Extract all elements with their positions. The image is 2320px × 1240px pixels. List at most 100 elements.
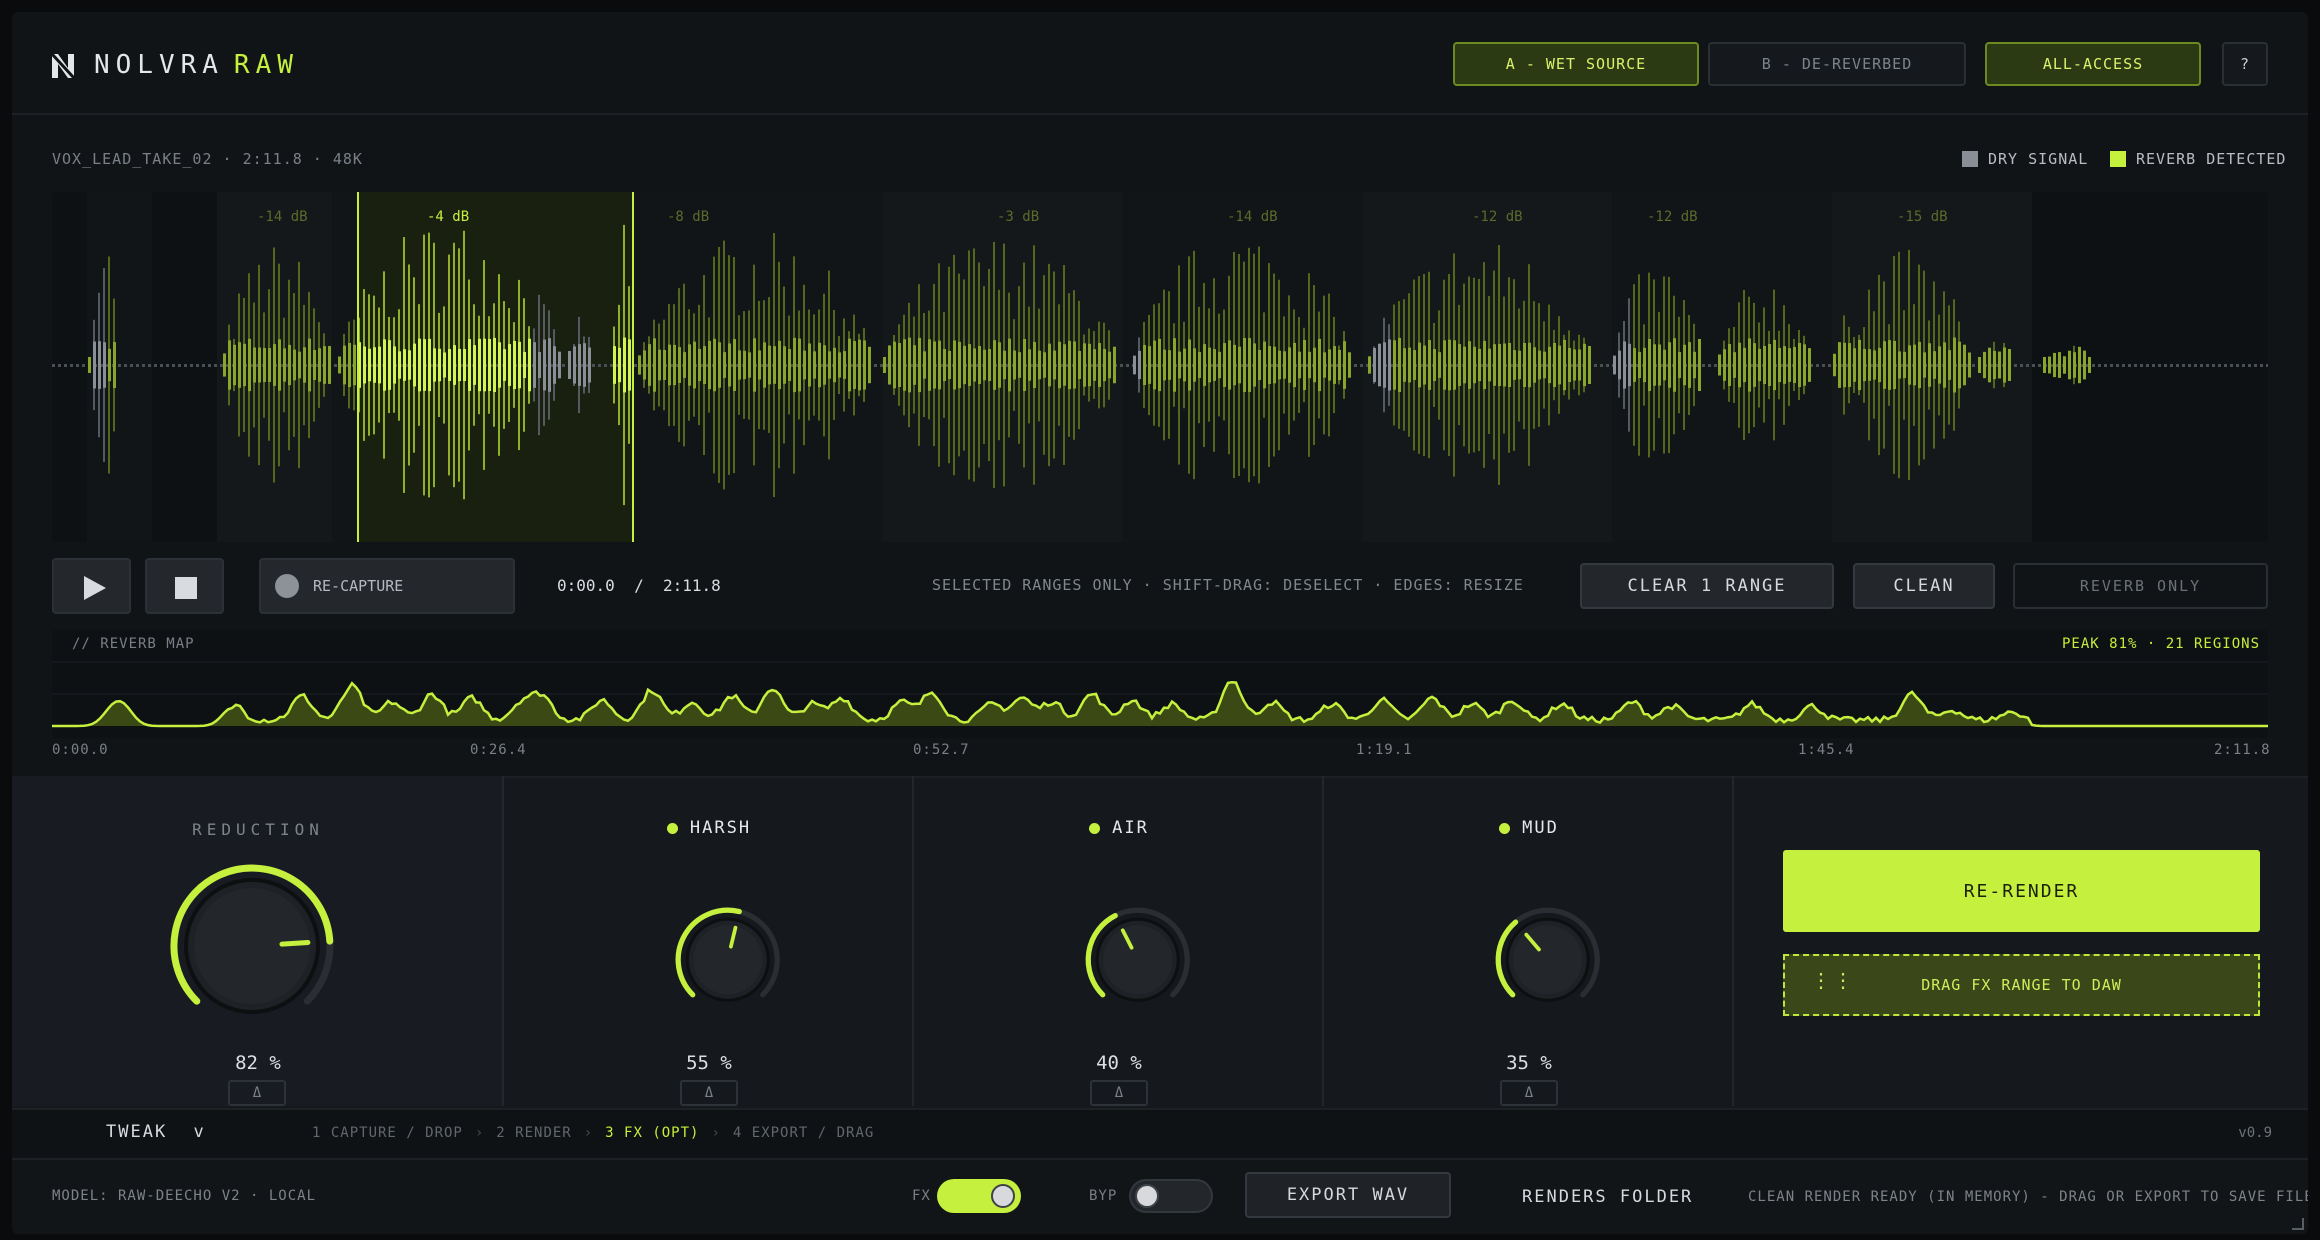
waveform-bar-core: [1498, 343, 1501, 387]
waveform-bar-core: [803, 350, 806, 380]
waveform-bar-core: [1953, 337, 1956, 393]
waveform-bar-core: [288, 344, 291, 386]
mud-knob[interactable]: [1454, 866, 1604, 1016]
export-wav-button[interactable]: EXPORT WAV: [1245, 1172, 1451, 1218]
resize-handle-icon[interactable]: [2290, 1216, 2304, 1230]
recapture-label: RE-CAPTURE: [313, 577, 404, 595]
stop-button[interactable]: [145, 558, 224, 614]
waveform-bar-core: [1923, 352, 1926, 378]
waveform-bar-core: [1533, 347, 1536, 383]
waveform-baseline-dot: [562, 364, 565, 367]
waveform-bar-core: [1613, 355, 1616, 375]
time-tick-4: 1:45.4: [1798, 742, 1855, 758]
waveform-bar-core: [1423, 345, 1426, 385]
waveform-bar-core: [1203, 344, 1206, 386]
waveform-baseline-dot: [1600, 364, 1603, 367]
waveform-bar-core: [1033, 342, 1036, 388]
legend-reverb: REVERB DETECTED: [2110, 150, 2286, 168]
waveform-bar-core: [758, 350, 761, 380]
air-delta-button[interactable]: Δ: [1090, 1080, 1148, 1106]
de-reverbed-button[interactable]: B - DE-REVERBED: [1708, 42, 1966, 86]
clear-range-button[interactable]: CLEAR 1 RANGE: [1580, 563, 1834, 609]
waveform-bar-core: [543, 339, 546, 391]
air-label: AIR: [1112, 818, 1149, 838]
waveform-bar-core: [1063, 344, 1066, 386]
waveform-bar-core: [368, 348, 371, 382]
waveform-bar-core: [703, 346, 706, 384]
mud-delta-button[interactable]: Δ: [1500, 1080, 1558, 1106]
reduction-knob[interactable]: [152, 846, 352, 1046]
selection-start-handle[interactable]: [357, 192, 359, 542]
mode-dropdown[interactable]: TWEAK v: [106, 1122, 206, 1142]
reverb-only-button[interactable]: REVERB ONLY: [2013, 563, 2268, 609]
time-tick-3: 1:19.1: [1356, 742, 1413, 758]
bypass-toggle[interactable]: [1129, 1179, 1213, 1213]
knob-pointer: [279, 939, 311, 947]
waveform-bar-core: [1188, 339, 1191, 391]
waveform-bar-core: [1548, 346, 1551, 384]
help-button[interactable]: ?: [2222, 42, 2268, 86]
waveform-bar-core: [363, 346, 366, 384]
waveform-bar-core: [978, 345, 981, 385]
waveform-bar-core: [248, 338, 251, 392]
waveform-bar-core: [1138, 350, 1141, 380]
waveform-bar-core: [1938, 346, 1941, 384]
fx-label: FX: [912, 1188, 931, 1204]
waveform-bar-core: [1403, 348, 1406, 382]
wet-source-button[interactable]: A - WET SOURCE: [1453, 42, 1699, 86]
rerender-button[interactable]: RE-RENDER: [1783, 850, 2260, 932]
reverb-map-graph: [52, 661, 2268, 728]
waveform-baseline-dot: [178, 364, 181, 367]
waveform-bar-core: [233, 344, 236, 386]
waveform-bar-core: [483, 338, 486, 392]
harsh-delta-button[interactable]: Δ: [680, 1080, 738, 1106]
renders-folder-button[interactable]: RENDERS FOLDER: [1522, 1187, 1693, 1207]
clean-button[interactable]: CLEAN: [1853, 563, 1995, 609]
waveform-bar-core: [1883, 341, 1886, 389]
harsh-knob[interactable]: [634, 866, 784, 1016]
waveform-bar-core: [1753, 343, 1756, 387]
drag-to-daw-handle[interactable]: ⋮⋮ DRAG FX RANGE TO DAW: [1783, 954, 2260, 1016]
waveform-bar-core: [1053, 350, 1056, 380]
waveform-baseline-dot: [142, 364, 145, 367]
waveform-bar-core: [113, 342, 116, 388]
reduction-delta-button[interactable]: Δ: [228, 1080, 286, 1106]
recapture-button[interactable]: RE-CAPTURE: [259, 558, 515, 614]
fx-toggle[interactable]: [937, 1179, 1021, 1213]
waveform-bar-core: [2053, 352, 2056, 378]
waveform-bar-core: [1673, 338, 1676, 392]
waveform-baseline-dot: [1822, 364, 1825, 367]
waveform-bar-core: [1808, 348, 1811, 382]
reverb-map[interactable]: [52, 630, 2268, 738]
waveform-bar-core: [323, 346, 326, 384]
drag-label: DRAG FX RANGE TO DAW: [1921, 976, 2122, 994]
play-button[interactable]: [52, 558, 131, 614]
waveform-baseline-dot: [1594, 364, 1597, 367]
legend-dry: DRY SIGNAL: [1962, 150, 2088, 168]
knob-cap: [693, 925, 763, 995]
waveform-baseline-dot: [64, 364, 67, 367]
waveform-bar-core: [1028, 349, 1031, 381]
waveform-bar-core: [1108, 351, 1111, 379]
selection-end-handle[interactable]: [632, 192, 634, 542]
waveform-bar-core: [783, 346, 786, 384]
waveform-bar-core: [1213, 349, 1216, 381]
step-1[interactable]: 1 CAPTURE / DROP: [312, 1125, 463, 1141]
step-4[interactable]: 4 EXPORT / DRAG: [733, 1125, 874, 1141]
waveform-canvas[interactable]: -14 dB -4 dB -8 dB -3 dB -14 dB -12 dB -12 dB -…: [52, 192, 2268, 542]
waveform-bar-core: [223, 353, 226, 377]
waveform-bar-core: [468, 339, 471, 391]
waveform-bar-core: [513, 340, 516, 390]
waveform-baseline-dot: [52, 364, 55, 367]
waveform-baseline-dot: [2110, 364, 2113, 367]
workflow-steps: 1 CAPTURE / DROP › 2 RENDER › 3 FX (OPT)…: [312, 1125, 874, 1141]
waveform-baseline-dot: [1126, 364, 1129, 367]
step-2[interactable]: 2 RENDER: [496, 1125, 571, 1141]
waveform-bar-core: [1748, 338, 1751, 392]
step-3[interactable]: 3 FX (OPT): [605, 1125, 699, 1141]
all-access-button[interactable]: ALL-ACCESS: [1985, 42, 2201, 86]
air-knob[interactable]: [1044, 866, 1194, 1016]
waveform-bar-core: [1253, 343, 1256, 387]
status-message: CLEAN RENDER READY (IN MEMORY) - DRAG OR…: [1748, 1189, 2308, 1205]
waveform-bar-core: [1988, 347, 1991, 383]
